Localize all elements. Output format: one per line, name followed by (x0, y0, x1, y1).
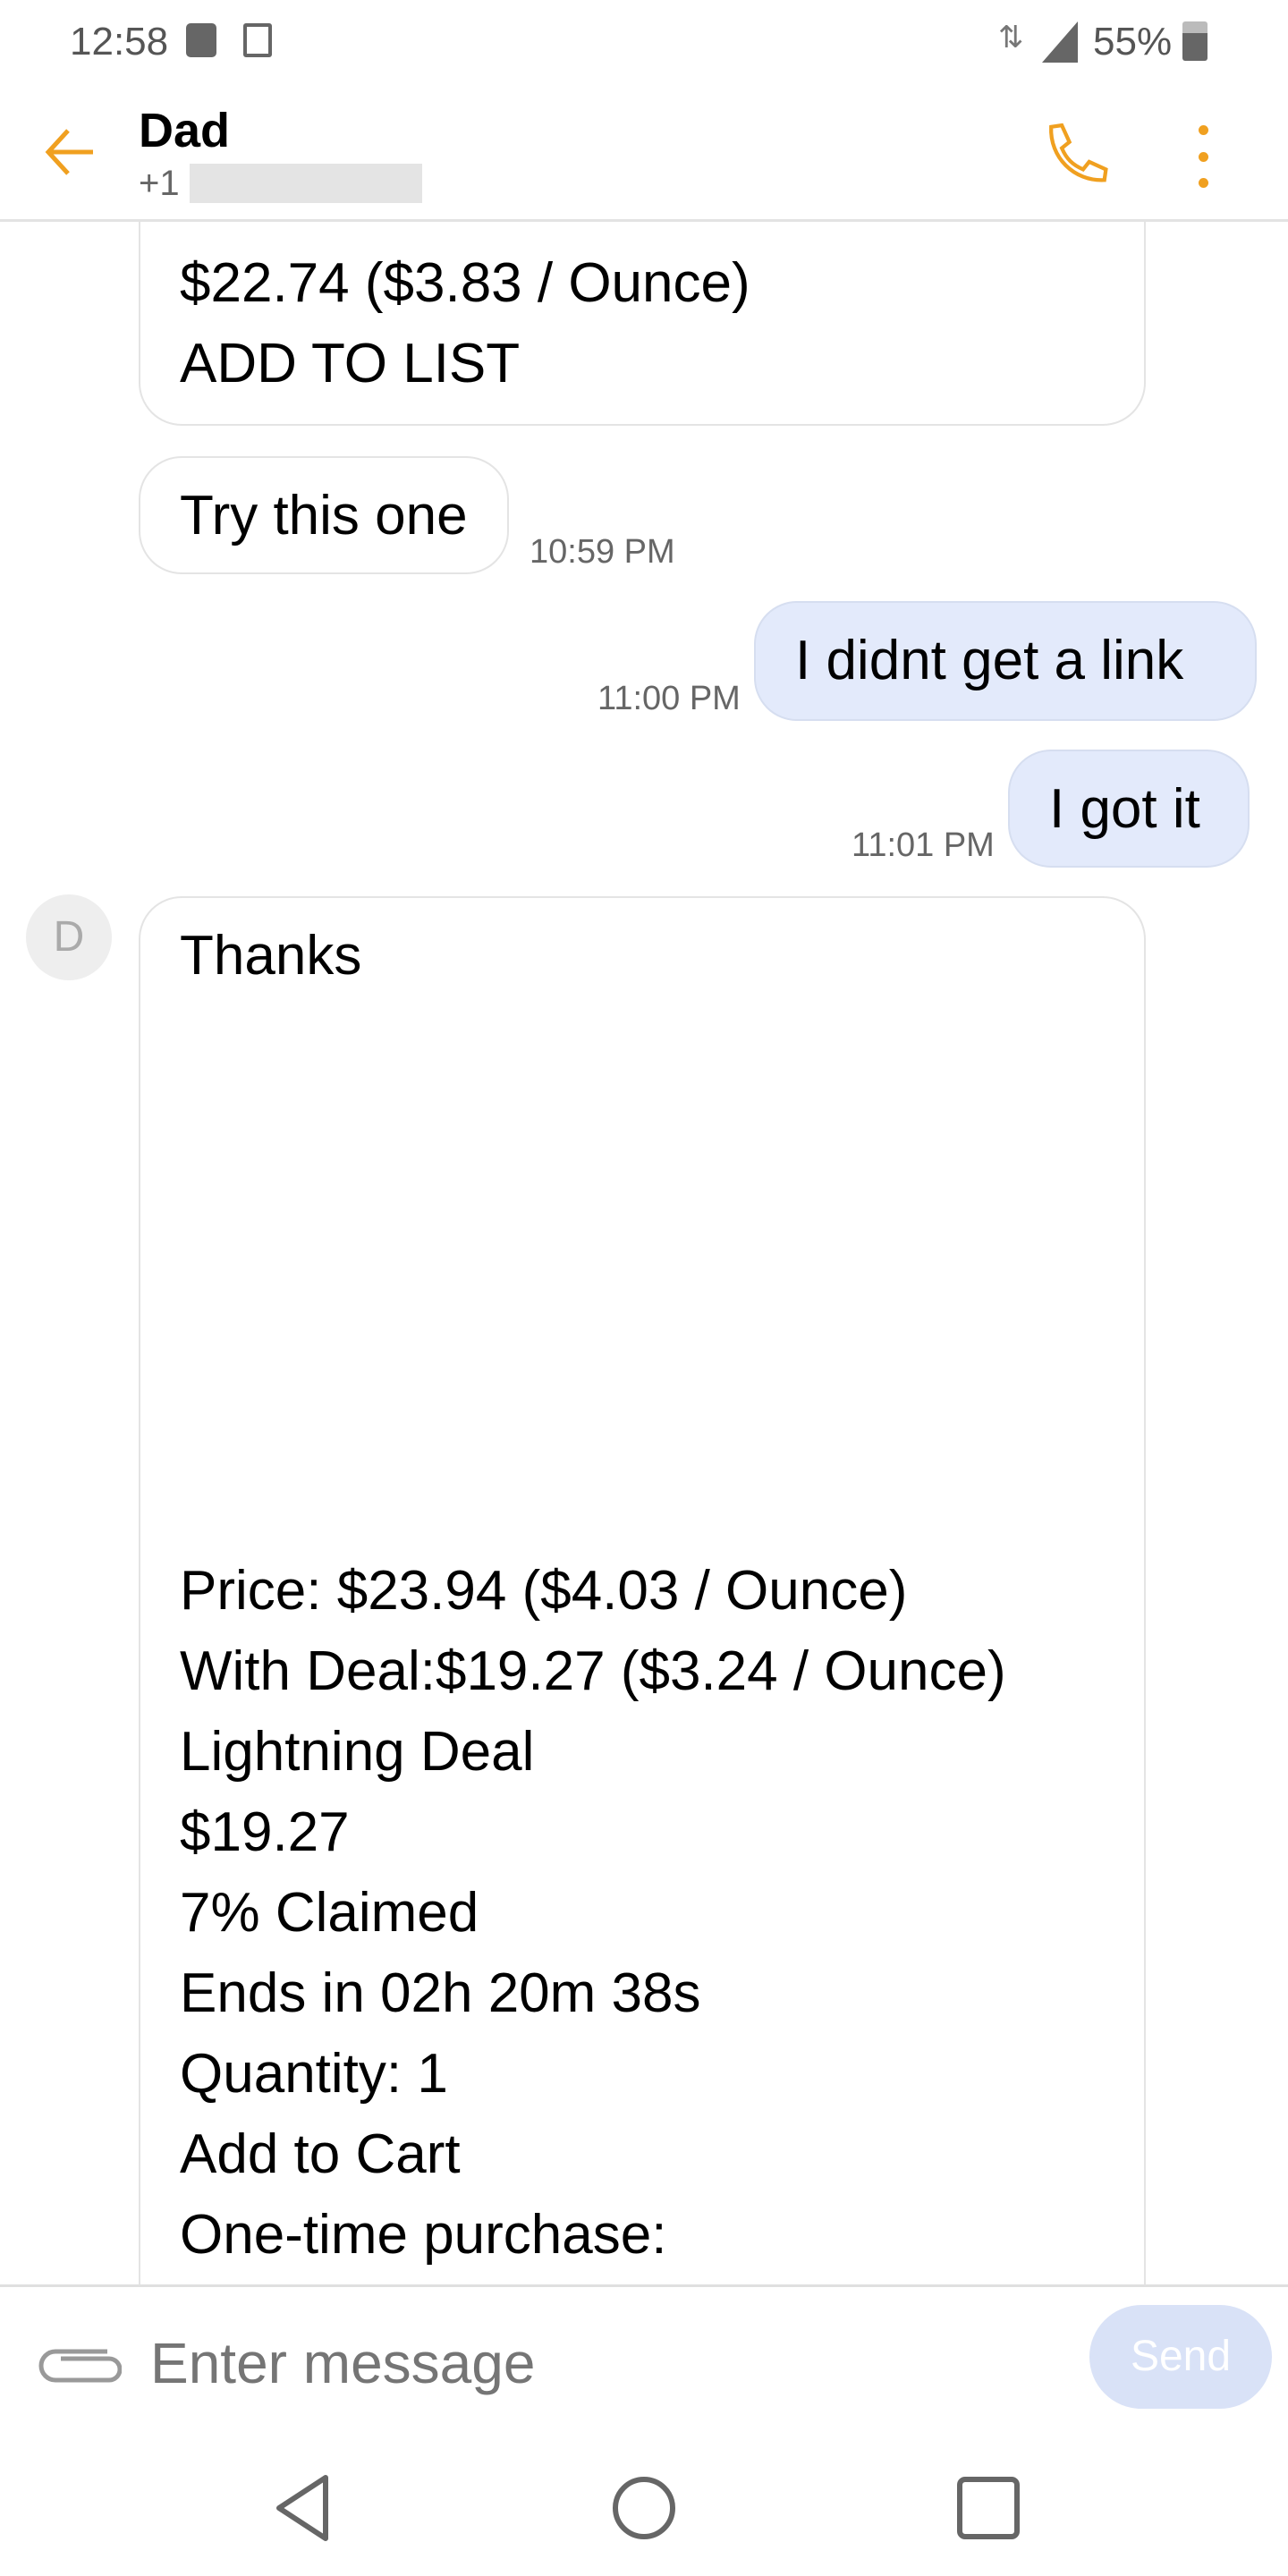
message-bubble-sent[interactable]: I didnt get a link (754, 601, 1257, 721)
send-button[interactable]: Send (1089, 2305, 1272, 2409)
message-bubble-received[interactable]: Try this one (139, 456, 509, 574)
message-line: Lightning Deal (180, 1721, 535, 1783)
alarm-message-icon (186, 23, 216, 57)
redacted-phone-number (190, 164, 422, 203)
message-time: 11:00 PM (597, 680, 741, 717)
more-options-icon[interactable] (1199, 125, 1209, 188)
message-line: Thanks (180, 925, 362, 987)
message-text: I got it (1049, 778, 1200, 840)
message-line: One-time purchase: (180, 2204, 667, 2266)
message-time: 11:01 PM (852, 826, 995, 864)
status-time: 12:58 (70, 20, 169, 64)
phone-call-icon[interactable] (1042, 121, 1114, 192)
image-placeholder (180, 996, 1105, 1551)
gallery-icon (243, 23, 272, 57)
message-line: Add to Cart (180, 2123, 461, 2185)
avatar[interactable]: D (26, 894, 112, 980)
message-text: Try this one (180, 485, 468, 547)
nav-recents-icon[interactable] (953, 2472, 1024, 2544)
back-arrow-icon[interactable] (43, 125, 97, 179)
contact-name: Dad (139, 104, 231, 157)
message-line: Ends in 02h 20m 38s (180, 1962, 701, 2024)
message-text: I didnt get a link (795, 630, 1184, 691)
message-line: Price: $23.94 ($4.03 / Ounce) (180, 1560, 908, 1622)
message-composer: Send (0, 2284, 1288, 2436)
nav-home-icon[interactable] (608, 2472, 680, 2544)
message-line: ADD TO LIST (180, 333, 521, 394)
conversation-header: Dad +1 (0, 85, 1288, 222)
message-bubble-sent[interactable]: I got it (1008, 750, 1250, 868)
message-input[interactable] (150, 2323, 1045, 2403)
message-line: 7% Claimed (180, 1882, 479, 1944)
status-bar: 12:58 ⇅ 55% (0, 0, 1288, 85)
signal-icon (1042, 21, 1078, 63)
attach-paperclip-icon[interactable] (36, 2341, 122, 2387)
message-time: 10:59 PM (530, 533, 675, 571)
battery-percent: 55% (1093, 20, 1173, 64)
message-bubble-received[interactable]: Thanks Price: $23.94 ($4.03 / Ounce) Wit… (139, 896, 1146, 2327)
contact-phone-prefix: +1 (139, 164, 180, 203)
wifi-icon: ⇅ (998, 21, 1024, 55)
nav-back-icon[interactable] (268, 2472, 340, 2544)
battery-icon (1182, 21, 1208, 61)
message-line: $19.27 (180, 1801, 350, 1863)
message-line: With Deal:$19.27 ($3.24 / Ounce) (180, 1640, 1006, 1702)
message-line: $22.74 ($3.83 / Ounce) (180, 252, 750, 314)
navigation-bar (0, 2436, 1288, 2576)
message-line: Quantity: 1 (180, 2043, 448, 2105)
